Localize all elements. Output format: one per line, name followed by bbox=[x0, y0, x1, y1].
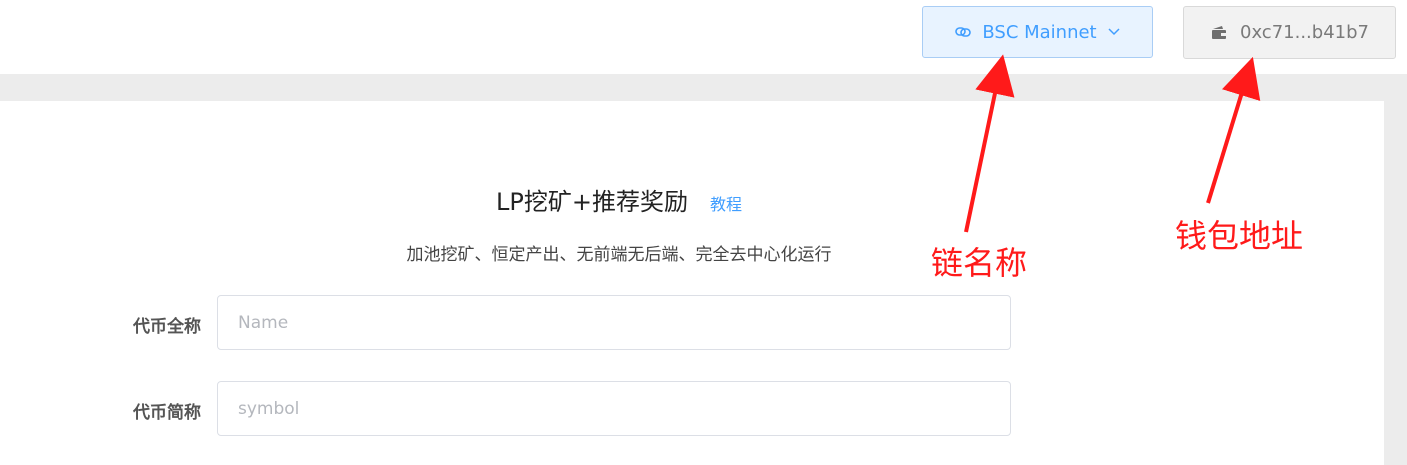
top-bar: BSC Mainnet 0xc71...b41b7 bbox=[0, 0, 1407, 74]
title-row: LP挖矿+推荐奖励 教程 bbox=[0, 182, 1238, 217]
network-annotation: 链名称 bbox=[931, 244, 1028, 282]
wallet-icon bbox=[1210, 25, 1228, 41]
token-symbol-input[interactable] bbox=[217, 381, 1011, 436]
wallet-address: 0xc71...b41b7 bbox=[1240, 22, 1369, 43]
wallet-address-button[interactable]: 0xc71...b41b7 bbox=[1183, 6, 1396, 59]
token-name-label: 代币全称 bbox=[133, 317, 201, 337]
network-select-button[interactable]: BSC Mainnet bbox=[922, 6, 1153, 58]
chevron-down-icon bbox=[1107, 27, 1121, 37]
page-title: LP挖矿+推荐奖励 bbox=[496, 188, 688, 216]
page-subtitle: 加池挖矿、恒定产出、无前端无后端、完全去中心化运行 bbox=[406, 245, 832, 265]
link-icon bbox=[954, 23, 972, 41]
tutorial-link[interactable]: 教程 bbox=[710, 191, 742, 215]
token-symbol-label: 代币简称 bbox=[133, 403, 201, 423]
wallet-annotation: 钱包地址 bbox=[1175, 217, 1304, 255]
page: BSC Mainnet 0xc71...b41b7 LP挖矿+推荐奖励 教程 加… bbox=[0, 0, 1407, 465]
token-name-input[interactable] bbox=[217, 295, 1011, 350]
network-label: BSC Mainnet bbox=[982, 21, 1097, 43]
